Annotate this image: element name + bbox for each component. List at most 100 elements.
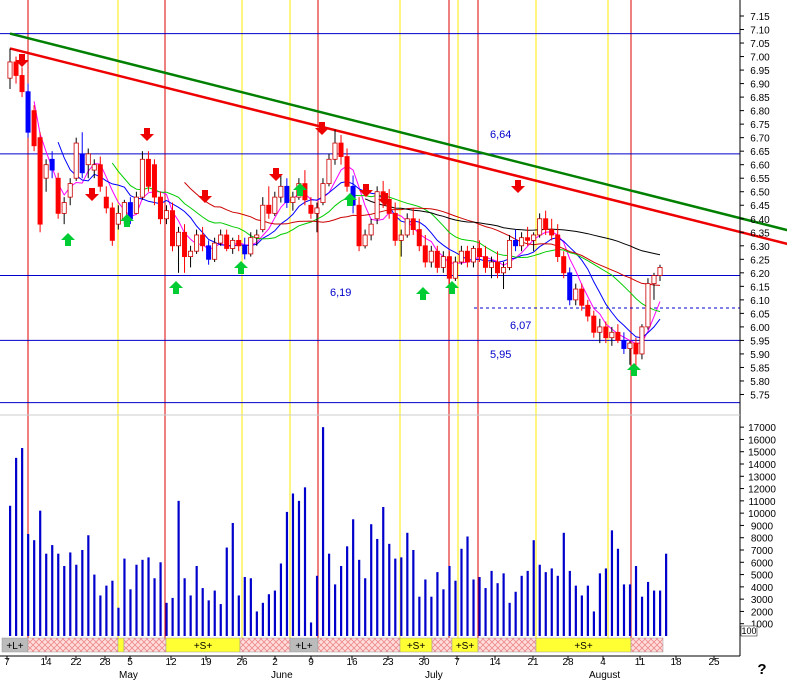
candle-body <box>212 242 218 260</box>
candle-body <box>67 183 73 198</box>
price-tick-label: 7.15 <box>750 12 770 23</box>
candle-body <box>494 261 501 274</box>
volume-bar <box>412 550 415 636</box>
volume-bar <box>165 602 168 636</box>
candle-body <box>37 137 43 225</box>
candle-body <box>224 234 230 249</box>
volume-tick-label: 4000 <box>751 583 774 594</box>
candle-body <box>85 153 91 166</box>
volume-bar <box>604 568 608 636</box>
candle-body <box>242 245 248 255</box>
volume-bar <box>243 577 246 636</box>
volume-bar <box>610 530 614 636</box>
price-level-label: 6,07 <box>510 320 531 332</box>
price-tick-label: 6.30 <box>750 242 770 253</box>
volume-bar <box>51 545 54 636</box>
candle-body <box>169 210 176 247</box>
volume-bar <box>544 572 547 636</box>
volume-bar <box>309 622 313 636</box>
volume-bar <box>105 585 108 636</box>
candle-body <box>597 326 603 333</box>
candle-body <box>519 237 525 247</box>
candle-body <box>591 315 597 333</box>
volume-tick-label: 14000 <box>748 460 776 471</box>
volume-bar <box>291 493 295 636</box>
volume-bar <box>382 507 385 636</box>
volume-bar <box>370 524 373 636</box>
candle-body <box>43 164 49 179</box>
signal-label: +S+ <box>456 641 475 652</box>
candle-body <box>200 234 206 247</box>
volume-bar <box>225 547 228 636</box>
candle-body <box>356 204 362 247</box>
candle-body <box>573 288 579 301</box>
price-tick-label: 6.65 <box>750 147 770 158</box>
volume-tick-label: 8000 <box>751 534 774 545</box>
price-tick-label: 6.60 <box>750 161 770 172</box>
volume-bar <box>321 427 325 636</box>
volume-bar <box>69 552 72 636</box>
day-tick-label: 23 <box>382 657 394 668</box>
volume-bar <box>261 602 264 636</box>
volume-bar <box>448 565 451 636</box>
candle-body <box>362 234 368 247</box>
volume-bar <box>406 532 409 636</box>
volume-bar <box>123 558 126 636</box>
volume-tick-label: 17000 <box>748 423 776 434</box>
candle-body <box>254 234 260 239</box>
volume-bar <box>634 565 638 636</box>
candle-body <box>206 245 212 260</box>
price-tick-label: 7.10 <box>750 26 770 37</box>
volume-bar <box>285 511 289 636</box>
candle-body <box>278 185 284 198</box>
volume-tick-label: 10000 <box>748 509 776 520</box>
volume-bar <box>580 595 583 636</box>
candle-body <box>476 248 482 258</box>
volume-bar <box>87 535 90 636</box>
day-tick-label: 5 <box>127 657 133 668</box>
candle-body <box>13 61 19 76</box>
volume-bar <box>472 579 475 636</box>
volume-bar <box>538 564 541 636</box>
volume-bar <box>430 596 433 636</box>
volume-bar <box>111 580 114 636</box>
price-tick-label: 6.75 <box>750 120 770 131</box>
candle-body <box>525 237 531 241</box>
price-tick-label: 5.95 <box>750 336 770 347</box>
volume-bar <box>273 590 277 636</box>
day-tick-label: 19 <box>200 657 212 668</box>
candle-body <box>621 340 627 349</box>
candle-body <box>464 250 470 263</box>
price-tick-label: 7.00 <box>750 53 770 64</box>
candle-body <box>633 342 639 355</box>
candle-body <box>218 234 224 244</box>
candle-body <box>639 326 645 355</box>
volume-bar <box>27 534 30 636</box>
volume-tick-label: 9000 <box>751 521 774 532</box>
volume-bar <box>568 570 571 636</box>
day-tick-label: 14 <box>40 657 52 668</box>
volume-tick-label: 5000 <box>751 571 774 582</box>
volume-bar <box>659 590 662 636</box>
day-tick-label: 21 <box>527 657 539 668</box>
candle-body <box>458 250 464 263</box>
volume-bar <box>574 585 577 636</box>
volume-bar <box>520 575 523 636</box>
volume-bar <box>592 611 595 636</box>
candle-body <box>513 239 519 247</box>
day-tick-label: 25 <box>708 657 720 668</box>
volume-tick-label: 12000 <box>748 485 776 496</box>
candle-body <box>446 256 452 279</box>
volume-tick-label: 16000 <box>748 435 776 446</box>
volume-bar <box>340 565 343 636</box>
volume-bar <box>93 574 96 636</box>
volume-bar <box>598 573 602 636</box>
candle-body <box>188 250 194 258</box>
day-tick-label: 7 <box>4 657 10 668</box>
price-tick-label: 6.05 <box>750 309 770 320</box>
signal-label: +L+ <box>295 641 312 652</box>
volume-bar <box>388 543 391 636</box>
candle-body <box>182 231 188 258</box>
candle-body <box>609 331 615 339</box>
candle-body <box>97 164 103 187</box>
